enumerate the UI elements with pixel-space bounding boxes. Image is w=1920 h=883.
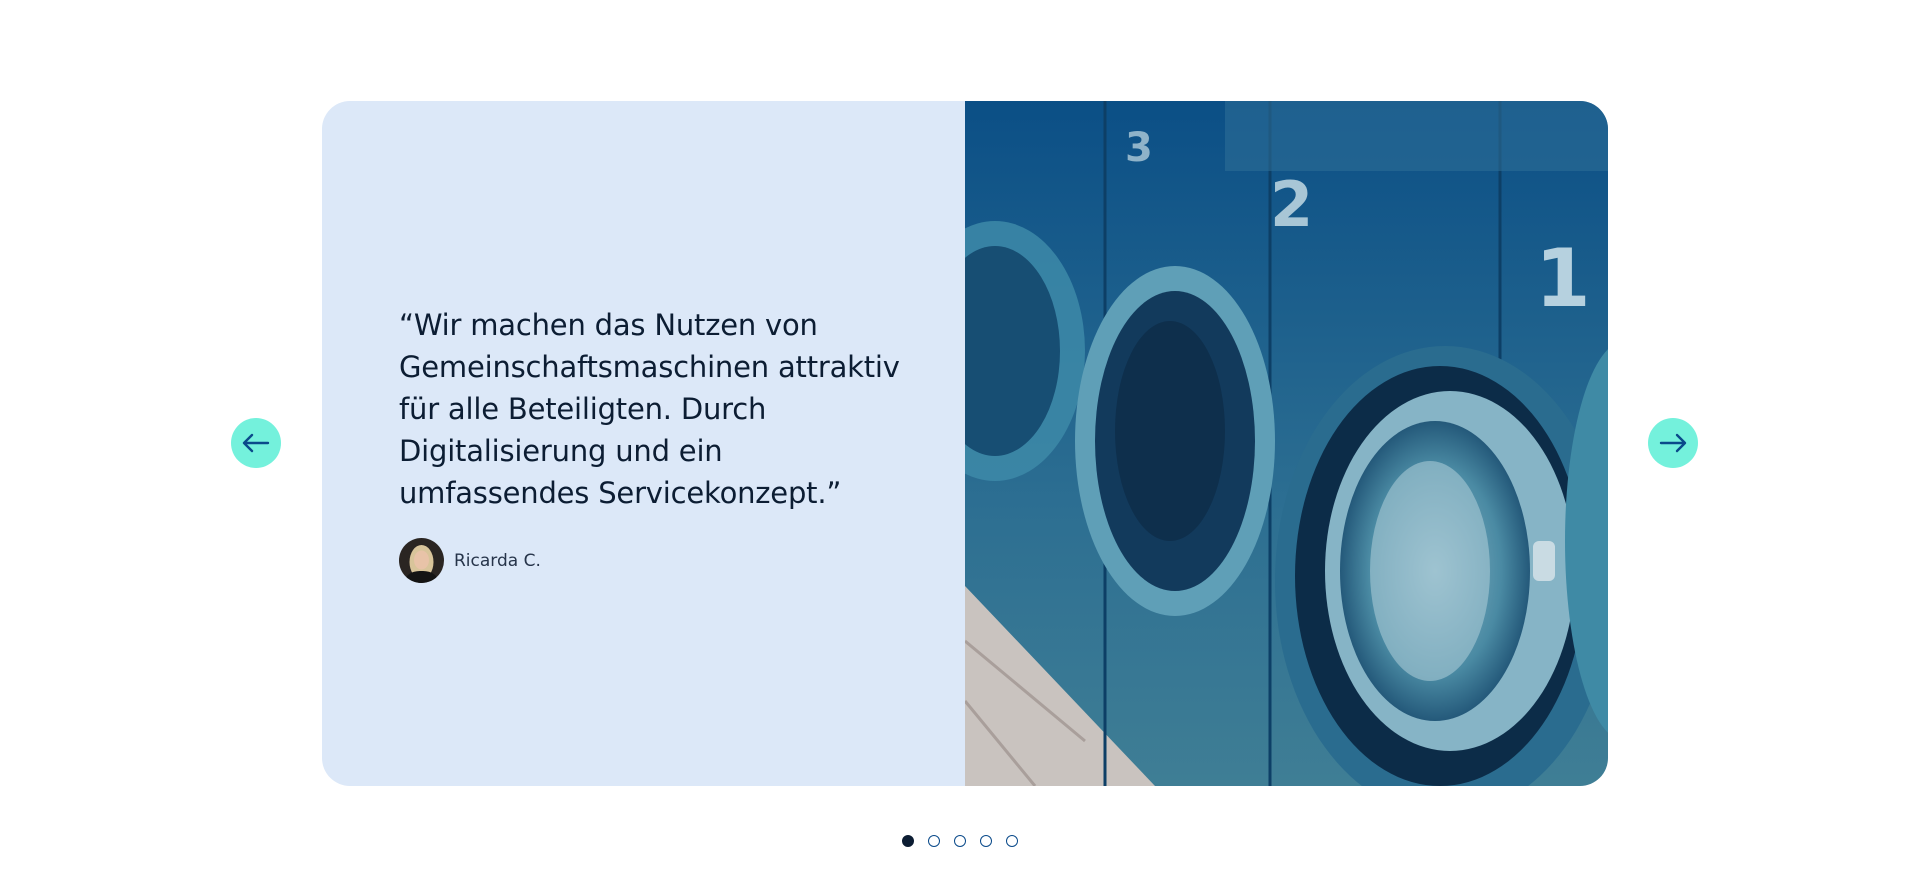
testimonial-card: “Wir machen das Nutzen von Gemeinschafts… (322, 101, 1608, 786)
next-slide-button[interactable] (1648, 418, 1698, 468)
pagination-dot[interactable] (928, 835, 940, 847)
quote-panel: “Wir machen das Nutzen von Gemeinschafts… (322, 101, 965, 786)
previous-slide-button[interactable] (231, 418, 281, 468)
machine-number-2: 2 (1270, 168, 1313, 241)
pagination-dot[interactable] (954, 835, 966, 847)
pagination-dot[interactable] (1006, 835, 1018, 847)
machine-number-1: 1 (1535, 232, 1591, 325)
author-name: Ricarda C. (454, 550, 541, 571)
testimonial-quote: “Wir machen das Nutzen von Gemeinschafts… (399, 308, 900, 510)
slider-pagination (0, 835, 1920, 847)
laundry-machines-image: 3 2 1 (965, 101, 1608, 786)
machine-number-3: 3 (1125, 125, 1153, 171)
pagination-dot[interactable] (980, 835, 992, 847)
avatar (399, 538, 444, 583)
arrow-left-icon (242, 433, 270, 453)
arrow-right-icon (1659, 433, 1687, 453)
testimonial-author: Ricarda C. (399, 538, 915, 583)
testimonial-slider: “Wir machen das Nutzen von Gemeinschafts… (0, 0, 1920, 883)
pagination-dot[interactable] (902, 835, 914, 847)
